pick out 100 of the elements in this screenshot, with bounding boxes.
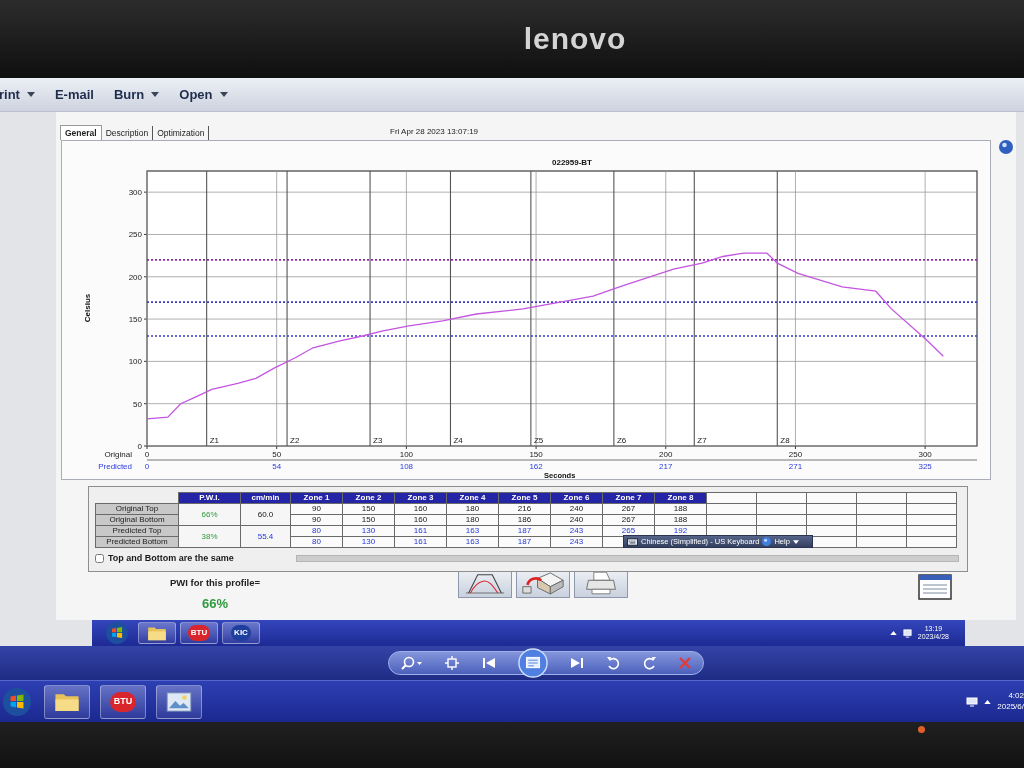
column-header: P.W.I. (178, 492, 241, 504)
rotate-left-button[interactable] (606, 656, 621, 670)
column-header: Zone 5 (498, 492, 551, 504)
chart-title: 022959-BT (552, 158, 592, 167)
tick-label: 250 (128, 230, 142, 240)
magnifier-icon (401, 656, 423, 670)
table-cell: 180 (446, 503, 499, 515)
tick-label: 100 (128, 357, 142, 367)
zone-label: Z3 (373, 436, 383, 445)
table-cell: 160 (394, 503, 447, 515)
keyboard-icon[interactable] (627, 537, 638, 546)
table-cell: 163 (446, 525, 499, 537)
folder-icon (54, 691, 80, 712)
column-header: Zone 8 (654, 492, 707, 504)
delete-icon (678, 657, 691, 669)
table-cell: 180 (446, 514, 499, 526)
row-header: Original Bottom (95, 514, 179, 526)
caret-icon[interactable] (792, 539, 799, 544)
help-icon[interactable] (762, 537, 772, 546)
taskbar-button[interactable] (138, 622, 176, 644)
app-button[interactable]: KIC (231, 625, 251, 641)
start-orb-icon (3, 687, 31, 716)
table-cell: 130 (342, 536, 395, 548)
slideshow-button[interactable] (517, 648, 548, 678)
next-icon (570, 657, 585, 669)
folder-icon (147, 625, 167, 641)
tick-label: 0 (144, 462, 150, 471)
app-button[interactable]: BTU (109, 691, 137, 712)
report-icon[interactable] (918, 574, 952, 600)
caret-icon[interactable] (889, 631, 897, 635)
tick-label: 200 (128, 272, 142, 282)
table-cell: 80 (290, 525, 343, 537)
taskbar-button[interactable] (156, 684, 202, 719)
table-cell: 161 (394, 525, 447, 537)
fit-button[interactable] (445, 656, 460, 670)
table-cell: 186 (498, 514, 551, 526)
zone-label: Z1 (209, 436, 219, 445)
pwi-label: PWI for this profile= (170, 576, 261, 590)
column-header: Zone 7 (602, 492, 655, 504)
table-cell: 243 (550, 525, 603, 537)
table-cell: 243 (550, 536, 603, 548)
zone-label: Z4 (453, 436, 463, 445)
tab[interactable]: General (60, 124, 102, 140)
table-cell: 163 (446, 536, 499, 548)
menu-button[interactable]: E-mail (54, 88, 94, 101)
table-cell: 161 (394, 536, 447, 548)
previous-button[interactable] (481, 657, 496, 669)
table-cell: 240 (550, 503, 603, 515)
table-cell: 90 (290, 514, 343, 526)
tick-label: 54 (272, 462, 282, 471)
clock-time[interactable]: 4:02 (1008, 691, 1024, 702)
start-button[interactable] (0, 689, 34, 714)
picture-icon (166, 691, 192, 712)
row-header: Predicted Top (95, 525, 179, 537)
axis-row-label: Original (104, 450, 132, 459)
table-cell: 267 (602, 503, 655, 515)
monitor-icon[interactable] (966, 696, 979, 707)
tick-label: 325 (918, 462, 932, 471)
rotate-left-icon (606, 656, 621, 670)
checkbox[interactable] (95, 554, 104, 564)
table-cell: 267 (602, 514, 655, 526)
table-cell: 187 (498, 525, 551, 537)
zone-label: Z6 (616, 436, 627, 445)
next-button[interactable] (570, 657, 585, 669)
monitor-icon[interactable] (902, 628, 912, 638)
table-cell: 240 (550, 514, 603, 526)
column-header: Zone 3 (394, 492, 447, 504)
table-cell: 160 (394, 514, 447, 526)
table-cell: 130 (342, 525, 395, 537)
app-button[interactable]: BTU (187, 625, 211, 641)
previous-icon (481, 657, 496, 669)
column-header: Zone 1 (290, 492, 343, 504)
start-orb-icon (106, 622, 128, 644)
tick-label: 150 (529, 450, 543, 459)
menu-button[interactable]: Open (179, 88, 228, 101)
fit-window-icon (445, 656, 460, 670)
tick-label: 108 (399, 462, 414, 471)
zone-label: Z8 (780, 436, 790, 445)
zoom-button[interactable] (401, 656, 423, 670)
row-header: Original Top (95, 503, 179, 515)
rotate-right-button[interactable] (642, 656, 657, 670)
row-header: Predicted Bottom (95, 536, 179, 548)
taskbar-button[interactable] (44, 684, 90, 719)
horizontal-scrollbar[interactable] (295, 555, 959, 563)
column-header: Zone 2 (342, 492, 395, 504)
column-header: cm/min (240, 492, 291, 504)
clock-date[interactable]: 2025/6/ (997, 701, 1024, 712)
axis-label: Celsius (83, 293, 92, 323)
tick-label: 0 (144, 450, 150, 459)
power-light-icon (918, 726, 925, 733)
tick-label: 300 (128, 188, 142, 198)
tick-label: 300 (918, 450, 932, 459)
table-cell: 187 (498, 536, 551, 548)
slideshow-icon (517, 648, 548, 678)
tick-label: 217 (659, 462, 673, 471)
menu-button[interactable]: rint (0, 88, 35, 101)
menu-button[interactable]: Burn (113, 88, 160, 101)
help-icon[interactable] (999, 140, 1013, 154)
tick-label: 100 (399, 450, 414, 459)
caret-icon[interactable] (984, 699, 992, 704)
